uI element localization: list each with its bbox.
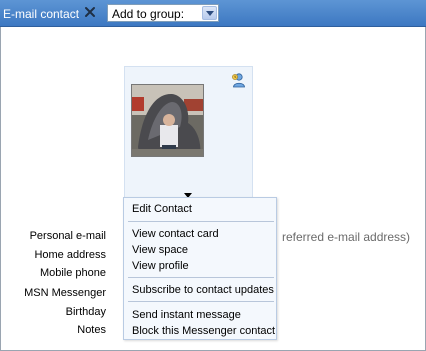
preferred-email-hint: referred e-mail address) [282,230,411,244]
toolbar-title: E-mail contact [3,7,80,21]
card-menu-arrow-icon[interactable] [183,190,193,198]
menu-item-view-profile[interactable]: View profile [132,260,189,272]
chevron-down-icon[interactable] [202,6,217,20]
menu-item-view-space[interactable]: View space [132,244,188,256]
notes-label: Notes [77,324,106,336]
birthday-label: Birthday [65,306,106,318]
menu-item-subscribe-updates[interactable]: Subscribe to contact updates [132,284,274,296]
menu-separator [128,277,274,278]
menu-separator [128,221,274,222]
messenger-buddy-icon [231,72,246,88]
contact-context-menu: Edit Contact View contact card View spac… [123,197,277,340]
add-to-group-select[interactable]: Add to group: [107,4,219,22]
mobile-phone-label: Mobile phone [39,267,106,279]
add-to-group-label: Add to group: [112,7,185,21]
home-address-label: Home address [34,249,106,261]
personal-email-label: Personal e-mail [29,230,106,242]
menu-separator [128,301,274,302]
menu-item-block-contact[interactable]: Block this Messenger contact [132,325,275,337]
close-x-icon[interactable] [83,5,97,19]
msn-messenger-label: MSN Messenger [24,287,106,299]
menu-item-view-contact-card[interactable]: View contact card [132,228,219,240]
menu-item-edit-contact[interactable]: Edit Contact [132,203,192,215]
contact-photo[interactable] [131,84,204,157]
menu-item-send-instant-message[interactable]: Send instant message [132,309,241,321]
toolbar: E-mail contact Add to group: [0,0,426,27]
